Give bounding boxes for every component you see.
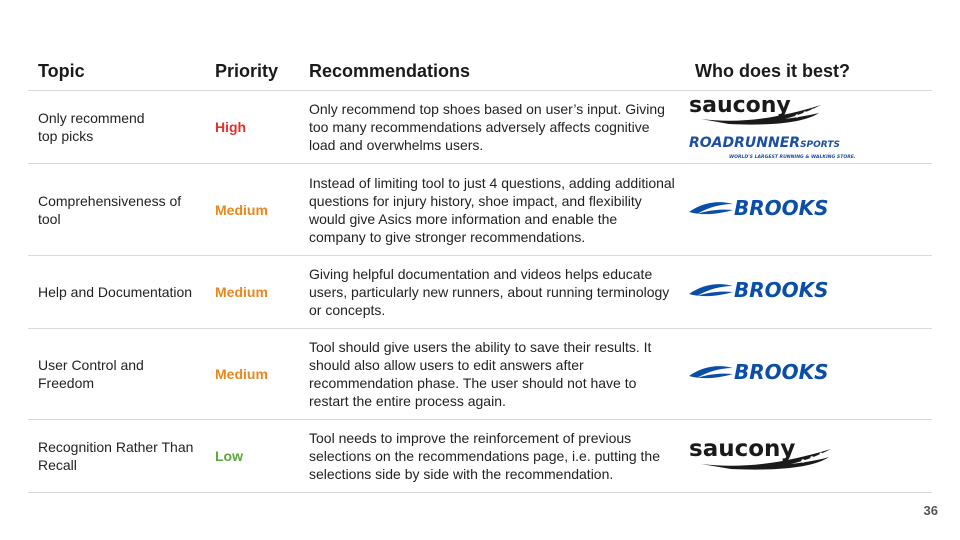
logo-cell: BROOKS	[685, 163, 932, 256]
brooks-logo: BROOKS	[689, 278, 829, 302]
brooks-chevron-icon	[689, 201, 733, 214]
table-row: Help and Documentation Medium Giving hel…	[28, 255, 932, 329]
brooks-chevron-icon	[689, 284, 733, 297]
priority-cell: Medium	[205, 163, 299, 256]
recommendation-cell: Tool needs to improve the reinforcement …	[299, 419, 685, 493]
topic-cell: Recognition Rather Than Recall	[28, 419, 205, 493]
svg-text:saucony: saucony	[689, 93, 791, 118]
roadrunner-sports-logo: ROADRUNNERSPORTS WORLD'S LARGEST RUNNING…	[689, 135, 856, 160]
table-row: Comprehensiveness of tool Medium Instead…	[28, 163, 932, 256]
header-topic: Topic	[28, 52, 205, 91]
recommendation-cell: Tool should give users the ability to sa…	[299, 328, 685, 420]
recommendation-cell: Instead of limiting tool to just 4 quest…	[299, 163, 685, 256]
logo-cell: saucony	[685, 419, 932, 493]
table-header-row: Topic Priority Recommendations Who does …	[28, 52, 932, 91]
recommendation-cell: Giving helpful documentation and videos …	[299, 255, 685, 329]
priority-cell: Medium	[205, 328, 299, 420]
page-number: 36	[923, 503, 938, 518]
priority-cell: High	[205, 90, 299, 164]
topic-cell: Help and Documentation	[28, 255, 205, 329]
priority-cell: Low	[205, 419, 299, 493]
brooks-logo: BROOKS	[689, 196, 829, 220]
brooks-chevron-icon	[689, 366, 733, 379]
recommendations-table: Topic Priority Recommendations Who does …	[28, 52, 932, 493]
header-who-does-it-best: Who does it best?	[685, 52, 932, 91]
svg-text:BROOKS: BROOKS	[734, 360, 829, 384]
table-row: Only recommend top picks High Only recom…	[28, 90, 932, 164]
table-row: Recognition Rather Than Recall Low Tool …	[28, 419, 932, 493]
priority-cell: Medium	[205, 255, 299, 329]
svg-text:BROOKS: BROOKS	[734, 196, 829, 220]
topic-cell: Only recommend top picks	[28, 90, 205, 164]
header-recommendations: Recommendations	[299, 52, 685, 91]
topic-cell: Comprehensiveness of tool	[28, 163, 205, 256]
table-row: User Control and Freedom Medium Tool sho…	[28, 328, 932, 420]
saucony-logo: saucony	[689, 93, 821, 125]
svg-text:WORLD'S LARGEST RUNNING & WALK: WORLD'S LARGEST RUNNING & WALKING STORE.	[729, 154, 856, 160]
topic-cell: User Control and Freedom	[28, 328, 205, 420]
svg-text:ROADRUNNERSPORTS: ROADRUNNERSPORTS	[689, 135, 840, 151]
svg-text:BROOKS: BROOKS	[734, 278, 829, 302]
logo-cell: saucony ROADRUNNERSPORTS WORLD'S LARGEST…	[685, 90, 932, 164]
slide: Topic Priority Recommendations Who does …	[0, 0, 960, 540]
header-priority: Priority	[205, 52, 299, 91]
saucony-logo: saucony	[689, 436, 831, 470]
logo-cell: BROOKS	[685, 255, 932, 329]
brooks-logo: BROOKS	[689, 360, 829, 384]
recommendation-cell: Only recommend top shoes based on user’s…	[299, 90, 685, 164]
svg-text:saucony: saucony	[689, 436, 795, 462]
logo-cell: BROOKS	[685, 328, 932, 420]
